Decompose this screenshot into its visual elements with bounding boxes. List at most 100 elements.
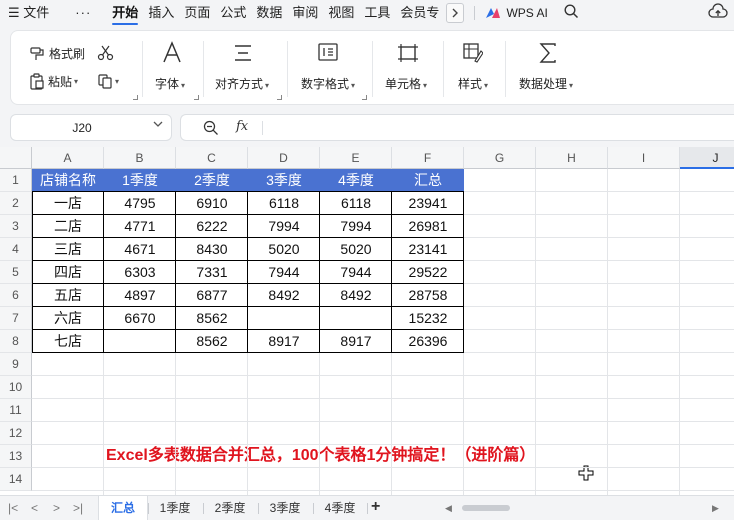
- table-header-cell[interactable]: 2季度: [176, 169, 248, 192]
- column-header-e[interactable]: E: [320, 147, 392, 169]
- alignment-button[interactable]: 对齐方式 ▾: [215, 75, 269, 92]
- table-cell[interactable]: 8492: [248, 284, 320, 307]
- data-processing-button[interactable]: 数据处理 ▾: [519, 75, 573, 92]
- table-cell[interactable]: 6910: [176, 192, 248, 215]
- column-header-c[interactable]: C: [176, 147, 248, 169]
- table-cell[interactable]: 4795: [104, 192, 176, 215]
- column-header-f[interactable]: F: [392, 147, 464, 169]
- table-cell[interactable]: 6222: [176, 215, 248, 238]
- font-icon[interactable]: [161, 41, 183, 70]
- table-cell[interactable]: 4771: [104, 215, 176, 238]
- table-cell[interactable]: 29522: [392, 261, 464, 284]
- row-header-11[interactable]: 11: [0, 399, 32, 422]
- last-sheet-icon[interactable]: >|: [73, 501, 83, 515]
- cell-icon[interactable]: [397, 43, 419, 68]
- row-header-2[interactable]: 2: [0, 192, 32, 215]
- row-header-7[interactable]: 7: [0, 307, 32, 330]
- table-cell[interactable]: 23141: [392, 238, 464, 261]
- table-cell[interactable]: 7944: [320, 261, 392, 284]
- add-sheet-button[interactable]: +: [371, 498, 380, 516]
- number-format-icon[interactable]: [318, 43, 338, 66]
- sigma-icon[interactable]: [539, 43, 557, 68]
- file-menu[interactable]: ☰ 文件: [0, 0, 59, 26]
- row-header-1[interactable]: 1: [0, 169, 32, 192]
- table-cell[interactable]: 8430: [176, 238, 248, 261]
- table-cell[interactable]: [248, 307, 320, 330]
- tab-formula[interactable]: 公式: [215, 0, 251, 26]
- row-header-10[interactable]: 10: [0, 376, 32, 399]
- table-cell[interactable]: 8562: [176, 330, 248, 353]
- number-format-button[interactable]: 数字格式 ▾: [301, 75, 355, 92]
- align-icon[interactable]: [234, 44, 252, 67]
- format-painter-button[interactable]: 格式刷: [29, 45, 85, 62]
- table-cell[interactable]: 五店: [32, 284, 104, 307]
- search-icon[interactable]: [558, 4, 585, 22]
- cell-button[interactable]: 单元格 ▾: [385, 75, 427, 92]
- table-header-cell[interactable]: 3季度: [248, 169, 320, 192]
- table-header-cell[interactable]: 汇总: [392, 169, 464, 192]
- row-header-3[interactable]: 3: [0, 215, 32, 238]
- table-cell[interactable]: 26981: [392, 215, 464, 238]
- cloud-upload-icon[interactable]: [708, 3, 728, 24]
- table-header-cell[interactable]: 4季度: [320, 169, 392, 192]
- alignment-expand-icon[interactable]: [277, 95, 282, 100]
- table-cell[interactable]: 26396: [392, 330, 464, 353]
- table-cell[interactable]: 六店: [32, 307, 104, 330]
- row-header-13[interactable]: 13: [0, 445, 32, 468]
- column-header-i[interactable]: I: [608, 147, 680, 169]
- table-cell[interactable]: 6877: [176, 284, 248, 307]
- table-header-cell[interactable]: 1季度: [104, 169, 176, 192]
- sheet-tab-2[interactable]: 2季度: [203, 496, 257, 520]
- paste-button[interactable]: 粘贴 ▾: [29, 73, 78, 90]
- first-sheet-icon[interactable]: |<: [8, 501, 18, 515]
- table-cell[interactable]: 8492: [320, 284, 392, 307]
- table-cell[interactable]: 七店: [32, 330, 104, 353]
- table-cell[interactable]: 7944: [248, 261, 320, 284]
- number-format-expand-icon[interactable]: [362, 95, 367, 100]
- chevron-down-icon[interactable]: [153, 120, 163, 131]
- tab-page[interactable]: 页面: [179, 0, 215, 26]
- tab-home[interactable]: 开始: [107, 0, 143, 26]
- table-cell[interactable]: [320, 307, 392, 330]
- table-cell[interactable]: 一店: [32, 192, 104, 215]
- table-cell[interactable]: 6118: [248, 192, 320, 215]
- clipboard-expand-icon[interactable]: [133, 95, 138, 100]
- chevron-right-icon[interactable]: [446, 3, 465, 23]
- column-header-b[interactable]: B: [104, 147, 176, 169]
- row-header-5[interactable]: 5: [0, 261, 32, 284]
- table-cell[interactable]: 28758: [392, 284, 464, 307]
- table-cell[interactable]: 23941: [392, 192, 464, 215]
- cut-button[interactable]: [97, 45, 115, 61]
- next-sheet-icon[interactable]: >: [53, 501, 60, 515]
- table-cell[interactable]: 15232: [392, 307, 464, 330]
- table-cell[interactable]: 4671: [104, 238, 176, 261]
- spreadsheet-grid[interactable]: Excel多表数据合并汇总，100个表格1分钟搞定！（进阶篇） ABCDEFGH…: [0, 147, 734, 495]
- sheet-tab-3[interactable]: 3季度: [258, 496, 312, 520]
- name-box[interactable]: J20: [10, 114, 172, 141]
- row-header-6[interactable]: 6: [0, 284, 32, 307]
- tab-tools[interactable]: 工具: [359, 0, 395, 26]
- table-cell[interactable]: 8562: [176, 307, 248, 330]
- table-cell[interactable]: 6118: [320, 192, 392, 215]
- table-cell[interactable]: 6670: [104, 307, 176, 330]
- table-cell[interactable]: 8917: [320, 330, 392, 353]
- more-menu-button[interactable]: ···: [59, 0, 107, 26]
- row-header-12[interactable]: 12: [0, 422, 32, 445]
- style-button[interactable]: 样式 ▾: [458, 75, 488, 92]
- sheet-tab-1[interactable]: 1季度: [148, 496, 202, 520]
- scroll-right-icon[interactable]: ▶: [712, 503, 719, 514]
- font-button[interactable]: 字体 ▾: [155, 75, 185, 92]
- column-header-h[interactable]: H: [536, 147, 608, 169]
- table-cell[interactable]: 7994: [320, 215, 392, 238]
- table-cell[interactable]: 7994: [248, 215, 320, 238]
- row-header-14[interactable]: 14: [0, 468, 32, 491]
- table-cell[interactable]: 4897: [104, 284, 176, 307]
- row-header-9[interactable]: 9: [0, 353, 32, 376]
- zoom-icon[interactable]: [203, 120, 219, 141]
- tab-review[interactable]: 审阅: [287, 0, 323, 26]
- row-header-4[interactable]: 4: [0, 238, 32, 261]
- tab-insert[interactable]: 插入: [143, 0, 179, 26]
- font-expand-icon[interactable]: [194, 95, 199, 100]
- tab-data[interactable]: 数据: [251, 0, 287, 26]
- column-header-j[interactable]: J: [680, 147, 734, 169]
